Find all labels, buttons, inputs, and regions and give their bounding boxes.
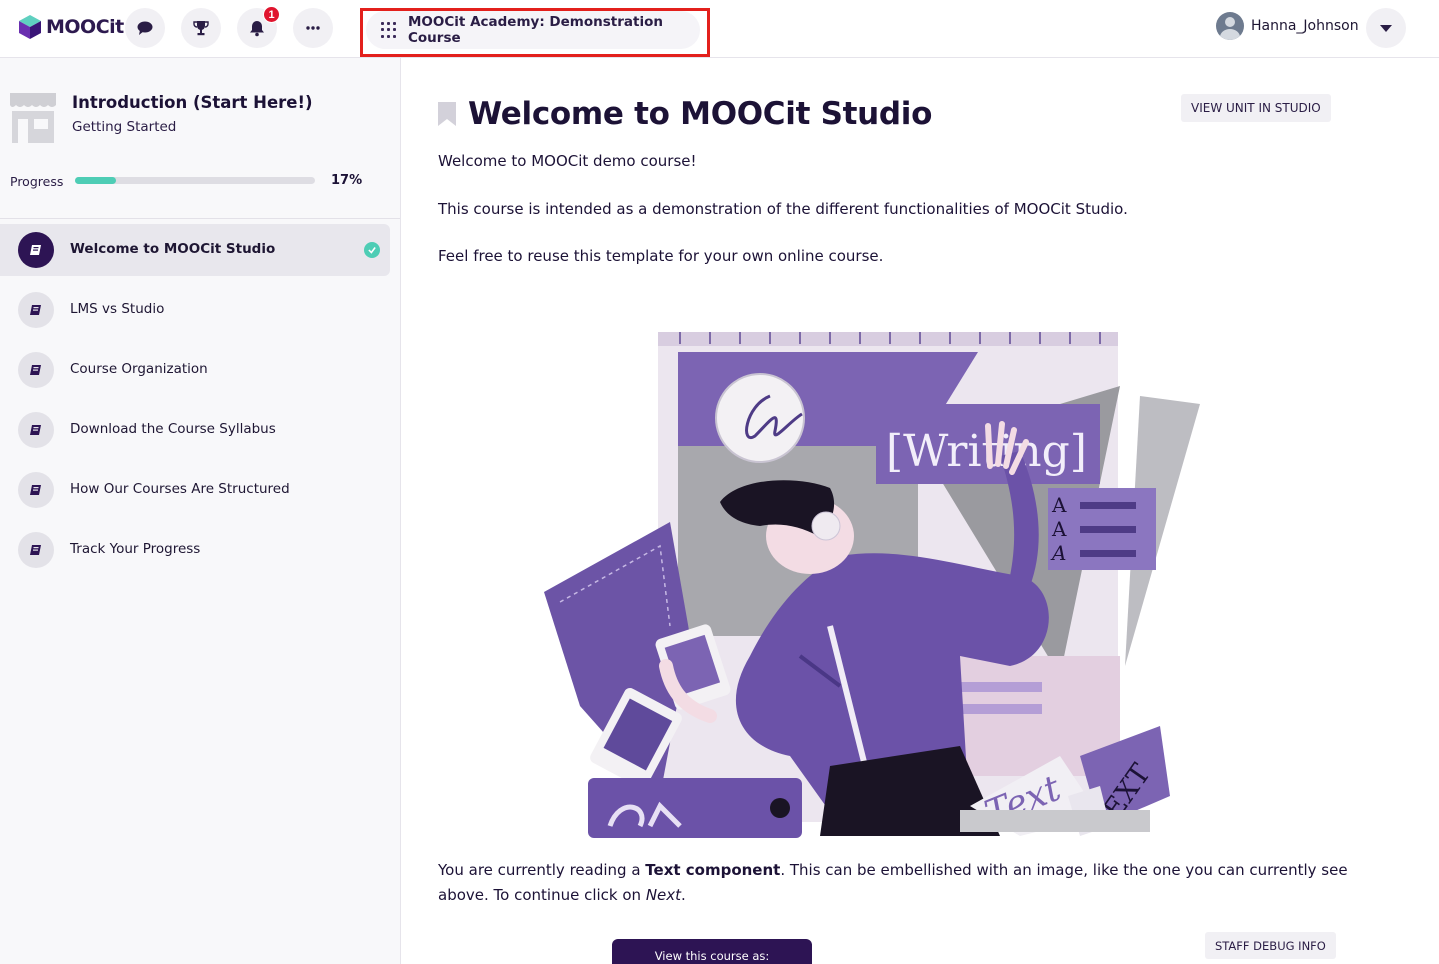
chat-icon <box>137 21 153 35</box>
course-switcher-highlight: MOOCit Academy: Demonstration Course <box>360 8 710 57</box>
unit-item-welcome[interactable]: Welcome to MOOCit Studio <box>0 224 390 276</box>
storefront-icon <box>10 93 56 143</box>
unit-item-download-syllabus[interactable]: Download the Course Syllabus <box>0 404 390 456</box>
user-profile[interactable]: Hanna_Johnson <box>1216 12 1359 40</box>
notifications-button[interactable]: 1 <box>237 6 280 48</box>
unit-item-course-organization[interactable]: Course Organization <box>0 344 390 396</box>
book-icon <box>18 472 54 508</box>
unit-label: Course Organization <box>70 361 208 377</box>
writing-illustration: [Writing] A A A <box>544 332 1200 838</box>
progress-bar-fill <box>75 177 116 184</box>
unit-item-track-progress[interactable]: Track Your Progress <box>0 524 390 576</box>
book-icon <box>18 412 54 448</box>
unit-item-lms-vs-studio[interactable]: LMS vs Studio <box>0 284 390 336</box>
section-header: Introduction (Start Here!) Getting Start… <box>8 91 393 151</box>
book-icon <box>18 292 54 328</box>
course-title: MOOCit Academy: Demonstration Course <box>408 14 663 46</box>
view-course-as-button[interactable]: View this course as: <box>612 939 812 964</box>
book-icon <box>18 532 54 568</box>
illustration-letter: A <box>1051 493 1067 517</box>
unit-item-how-courses-structured[interactable]: How Our Courses Are Structured <box>0 464 390 516</box>
unit-content: Welcome to MOOCit Studio VIEW UNIT IN ST… <box>402 58 1439 964</box>
unit-label: Track Your Progress <box>70 541 201 557</box>
staff-debug-info-button[interactable]: STAFF DEBUG INFO <box>1205 932 1336 959</box>
app-grid-icon <box>381 22 396 38</box>
unit-label: How Our Courses Are Structured <box>70 481 290 497</box>
bell-icon <box>250 21 264 37</box>
progress-label: Progress <box>10 174 64 189</box>
progress-percent: 17% <box>331 173 363 188</box>
check-complete-icon <box>364 242 380 258</box>
illustration-letter: A <box>1050 541 1066 565</box>
cube-logo-icon <box>19 15 41 39</box>
user-menu-button[interactable] <box>1366 8 1406 48</box>
more-icon <box>306 26 320 30</box>
top-bar: MOOCit 1 MOOCit Academy: Demonstration C… <box>0 0 1439 58</box>
trophy-icon <box>193 21 209 36</box>
more-menu-button[interactable] <box>293 8 333 48</box>
book-icon <box>18 352 54 388</box>
course-switcher-button[interactable]: MOOCit Academy: Demonstration Course <box>366 11 700 49</box>
divider <box>0 218 400 219</box>
unit-list: Welcome to MOOCit Studio LMS vs Studio C… <box>0 224 400 584</box>
notification-count-badge: 1 <box>263 6 280 23</box>
brand-name: MOOCit <box>46 16 124 38</box>
unit-label: Download the Course Syllabus <box>70 421 276 437</box>
bookmark-icon[interactable] <box>438 102 456 126</box>
view-unit-in-studio-button[interactable]: VIEW UNIT IN STUDIO <box>1181 94 1331 122</box>
username: Hanna_Johnson <box>1251 18 1359 34</box>
text-component-paragraph: You are currently reading a Text compone… <box>438 861 1348 904</box>
intro-paragraph: This course is intended as a demonstrati… <box>438 200 1128 218</box>
unit-label: Welcome to MOOCit Studio <box>70 241 276 257</box>
unit-label: LMS vs Studio <box>70 301 165 317</box>
book-icon <box>18 232 54 268</box>
avatar <box>1216 12 1244 40</box>
moocit-logo[interactable]: MOOCit <box>18 14 124 40</box>
illustration-letter: A <box>1051 517 1067 541</box>
subsection-title: Getting Started <box>72 119 177 135</box>
intro-paragraph: Welcome to MOOCit demo course! <box>438 152 697 170</box>
chevron-down-icon <box>1380 24 1392 32</box>
achievements-button[interactable] <box>181 8 221 48</box>
page-title: Welcome to MOOCit Studio <box>468 96 933 132</box>
section-title: Introduction (Start Here!) <box>72 93 313 112</box>
discussion-button[interactable] <box>125 8 165 48</box>
progress-bar <box>75 177 315 184</box>
course-sidebar: Introduction (Start Here!) Getting Start… <box>0 58 401 964</box>
intro-paragraph: Feel free to reuse this template for you… <box>438 247 884 265</box>
